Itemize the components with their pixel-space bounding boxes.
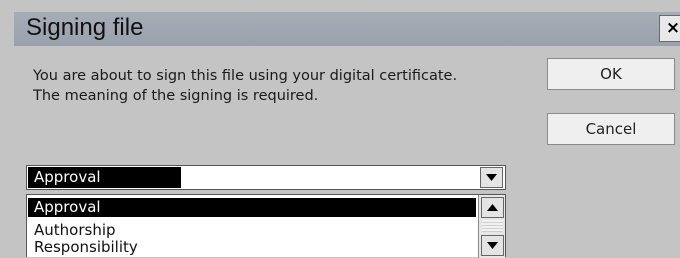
close-button[interactable]: × (659, 15, 680, 42)
arrow-up-icon (487, 204, 498, 211)
message-line: You are about to sign this file using yo… (33, 68, 458, 84)
scroll-thumb[interactable] (482, 220, 503, 232)
scroll-down-button[interactable] (481, 235, 504, 256)
title-bar[interactable]: Signing file × (14, 12, 680, 46)
ok-button[interactable]: OK (547, 58, 675, 90)
list-item-responsibility[interactable]: Responsibility (28, 238, 476, 257)
meaning-select[interactable]: Approval (26, 165, 506, 190)
selected-value: Approval (28, 167, 181, 188)
dialog-message: You are about to sign this file using yo… (33, 66, 457, 106)
meaning-options-list[interactable]: Approval Authorship Responsibility (26, 194, 506, 258)
scroll-up-button[interactable] (481, 197, 504, 218)
signing-dialog: Signing file × You are about to sign thi… (0, 0, 680, 258)
list-scrollbar[interactable] (478, 195, 505, 258)
list-item-approval[interactable]: Approval (28, 198, 476, 217)
close-icon: × (665, 18, 680, 38)
cancel-button[interactable]: Cancel (547, 113, 675, 145)
arrow-down-icon (487, 242, 498, 249)
dropdown-button[interactable] (480, 167, 503, 188)
dialog-title: Signing file (26, 14, 144, 41)
message-line: The meaning of the signing is required. (33, 88, 319, 104)
chevron-down-icon (486, 174, 497, 181)
